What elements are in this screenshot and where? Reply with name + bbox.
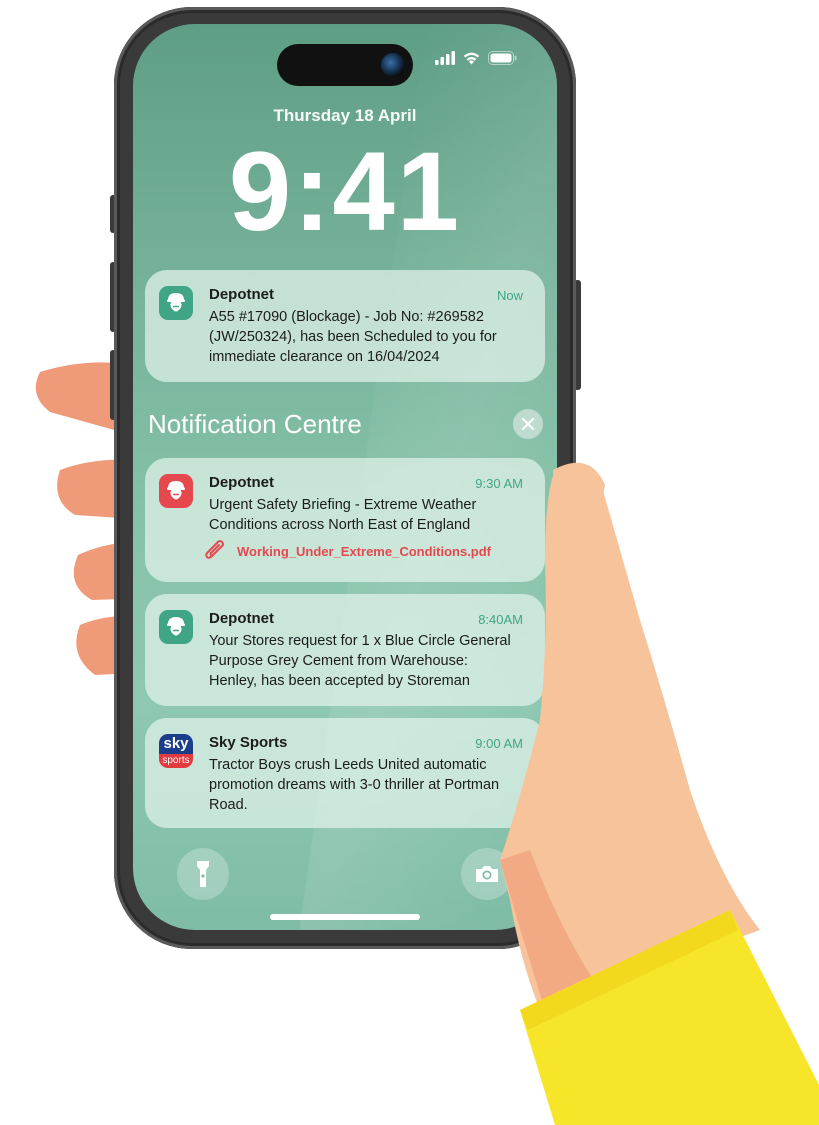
hand-foreground: [500, 462, 819, 1125]
scene: Thursday 18 April 9:41 Depotnet Now A55 …: [0, 0, 819, 1125]
